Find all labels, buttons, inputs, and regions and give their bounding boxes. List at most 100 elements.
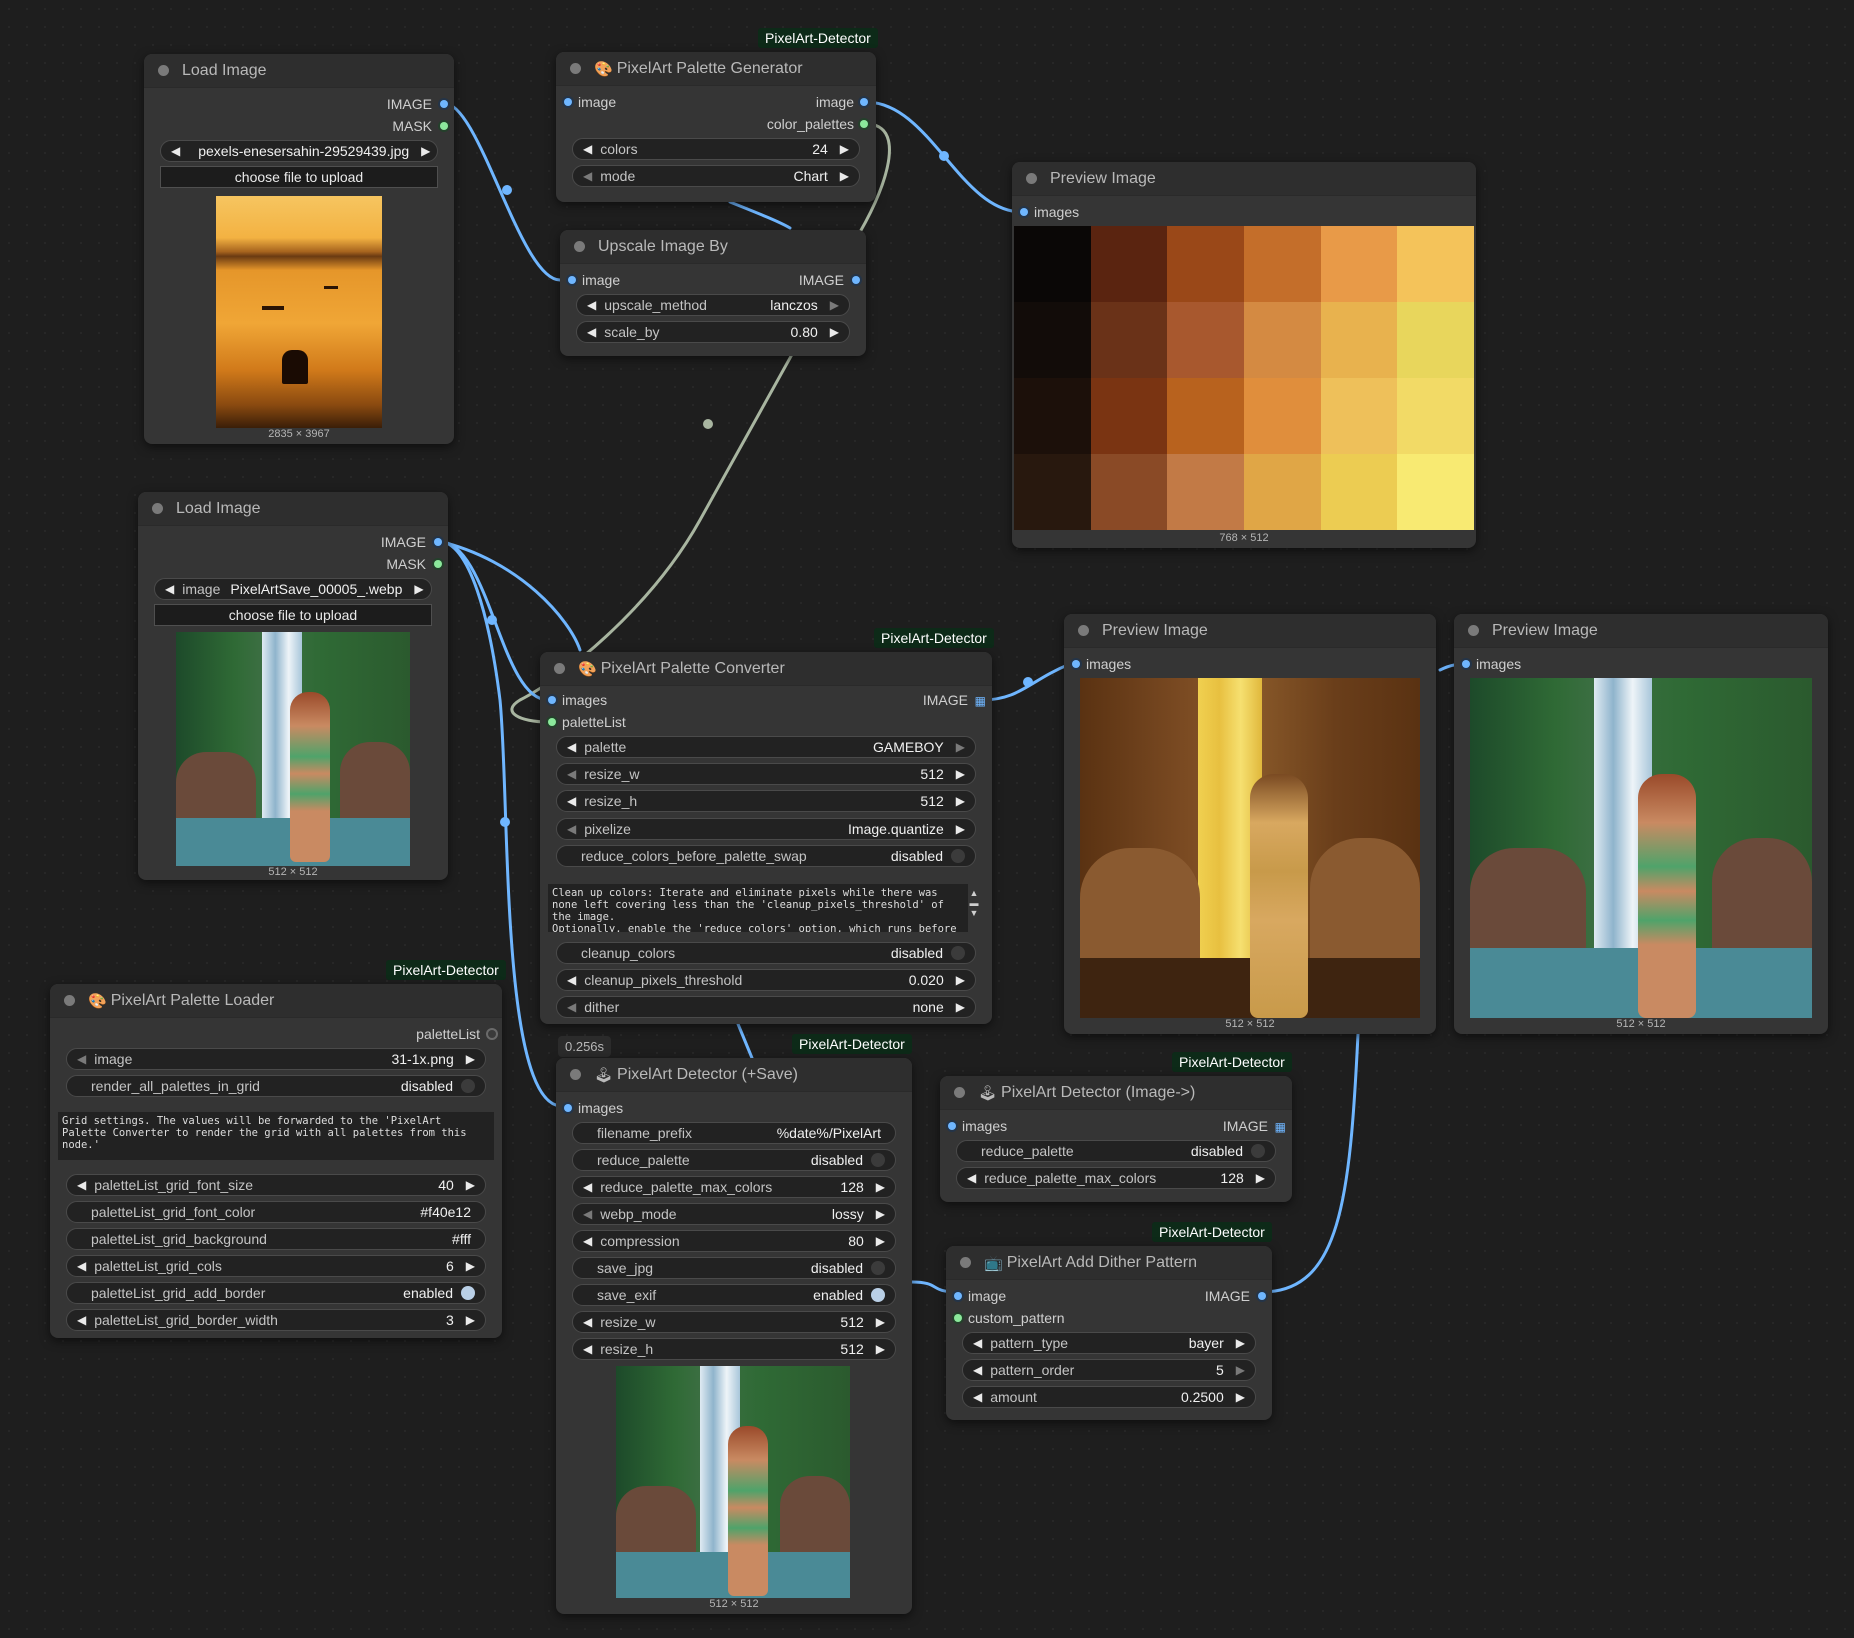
arrow-left-icon[interactable]: ◀	[973, 1336, 982, 1350]
input-images-dot[interactable]	[564, 1104, 572, 1112]
upscale-image-node[interactable]: Upscale Image By image IMAGE ◀ upscale_m…	[560, 230, 866, 356]
collapse-dot[interactable]	[64, 995, 75, 1006]
arrow-right-icon[interactable]: ▶	[421, 144, 430, 158]
collapse-dot[interactable]	[1078, 625, 1089, 636]
output-image-dot[interactable]	[434, 538, 442, 546]
node-title-bar[interactable]: 🎨 PixelArt Palette Converter	[540, 652, 992, 686]
node-title-bar[interactable]: 🕹 PixelArt Detector (Image->)	[940, 1076, 1292, 1110]
list-output-icon[interactable]: ▦	[1275, 1120, 1286, 1134]
input-images-dot[interactable]	[1462, 660, 1470, 668]
arrow-left-icon[interactable]: ◀	[973, 1390, 982, 1404]
collapse-dot[interactable]	[574, 241, 585, 252]
arrow-left-icon[interactable]: ◀	[583, 1207, 592, 1221]
reduce-palette-max-colors-widget[interactable]: ◀ reduce_palette_max_colors 128 ▶	[956, 1167, 1276, 1189]
collapse-dot[interactable]	[158, 65, 169, 76]
detector-save-node[interactable]: 🕹 PixelArt Detector (+Save) images filen…	[556, 1058, 912, 1614]
arrow-right-icon[interactable]: ▶	[466, 1313, 475, 1327]
arrow-left-icon[interactable]: ◀	[567, 973, 576, 987]
scale-by-widget[interactable]: ◀ scale_by 0.80 ▶	[576, 321, 850, 343]
save-exif-toggle[interactable]: save_exif enabled	[572, 1284, 896, 1306]
list-output-icon[interactable]: ▦	[975, 694, 986, 708]
input-images-dot[interactable]	[1072, 660, 1080, 668]
image-file-select[interactable]: ◀ image PixelArtSave_00005_.webp ▶	[154, 578, 432, 600]
cleanup-note-textarea[interactable]: Clean up colors: Iterate and eliminate p…	[548, 884, 968, 932]
upload-button[interactable]: choose file to upload	[160, 166, 438, 188]
arrow-right-icon[interactable]: ▶	[830, 298, 839, 312]
render-grid-toggle[interactable]: render_all_palettes_in_grid disabled	[66, 1075, 486, 1097]
arrow-right-icon[interactable]: ▶	[830, 325, 839, 339]
collapse-dot[interactable]	[1468, 625, 1479, 636]
filename-prefix-field[interactable]: filename_prefix %date%/PixelArt	[572, 1122, 896, 1144]
output-mask-dot[interactable]	[434, 560, 442, 568]
grid-background-field[interactable]: paletteList_grid_background #fff	[66, 1228, 486, 1250]
palette-converter-node[interactable]: 🎨 PixelArt Palette Converter images pale…	[540, 652, 992, 1024]
collapse-dot[interactable]	[1026, 173, 1037, 184]
collapse-dot[interactable]	[152, 503, 163, 514]
arrow-left-icon[interactable]: ◀	[77, 1259, 86, 1273]
upload-button[interactable]: choose file to upload	[154, 604, 432, 626]
output-mask-dot[interactable]	[440, 122, 448, 130]
input-custom-pattern-dot[interactable]	[954, 1314, 962, 1322]
arrow-right-icon[interactable]: ▶	[840, 169, 849, 183]
arrow-right-icon[interactable]: ▶	[876, 1234, 885, 1248]
collapse-dot[interactable]	[570, 63, 581, 74]
arrow-left-icon[interactable]: ◀	[583, 169, 592, 183]
upscale-method-widget[interactable]: ◀ upscale_method lanczos ▶	[576, 294, 850, 316]
output-image-dot[interactable]	[860, 98, 868, 106]
grid-add-border-toggle[interactable]: paletteList_grid_add_border enabled	[66, 1282, 486, 1304]
node-graph-canvas[interactable]: Load Image IMAGE MASK ◀ pexels-enesersah…	[0, 0, 1854, 1638]
cleanup-colors-toggle[interactable]: cleanup_colors disabled	[556, 942, 976, 964]
collapse-dot[interactable]	[570, 1069, 581, 1080]
reduce-colors-toggle[interactable]: reduce_colors_before_palette_swap disabl…	[556, 845, 976, 867]
node-title-bar[interactable]: Preview Image	[1064, 614, 1436, 648]
arrow-right-icon[interactable]: ▶	[956, 794, 965, 808]
toggle-knob[interactable]	[461, 1286, 475, 1300]
arrow-right-icon[interactable]: ▶	[1236, 1336, 1245, 1350]
arrow-right-icon[interactable]: ▶	[1236, 1363, 1245, 1377]
arrow-left-icon[interactable]: ◀	[77, 1052, 86, 1066]
arrow-left-icon[interactable]: ◀	[583, 1342, 592, 1356]
pattern-order-widget[interactable]: ◀ pattern_order 5 ▶	[962, 1359, 1256, 1381]
input-image-dot[interactable]	[954, 1292, 962, 1300]
reduce-palette-toggle[interactable]: reduce_palette disabled	[956, 1140, 1276, 1162]
preview-image-node-1[interactable]: Preview Image images 768 × 512	[1012, 162, 1476, 548]
arrow-right-icon[interactable]: ▶	[956, 740, 965, 754]
node-title-bar[interactable]: Preview Image	[1012, 162, 1476, 196]
toggle-knob[interactable]	[951, 946, 965, 960]
arrow-right-icon[interactable]: ▶	[414, 582, 423, 596]
arrow-right-icon[interactable]: ▶	[840, 142, 849, 156]
arrow-right-icon[interactable]: ▶	[876, 1315, 885, 1329]
arrow-right-icon[interactable]: ▶	[1256, 1171, 1265, 1185]
arrow-left-icon[interactable]: ◀	[587, 325, 596, 339]
save-jpg-toggle[interactable]: save_jpg disabled	[572, 1257, 896, 1279]
resize-w-widget[interactable]: ◀ resize_w 512 ▶	[556, 763, 976, 785]
arrow-left-icon[interactable]: ◀	[171, 144, 180, 158]
arrow-right-icon[interactable]: ▶	[956, 767, 965, 781]
output-image-dot[interactable]	[852, 276, 860, 284]
collapse-dot[interactable]	[954, 1087, 965, 1098]
arrow-left-icon[interactable]: ◀	[587, 298, 596, 312]
pattern-type-widget[interactable]: ◀ pattern_type bayer ▶	[962, 1332, 1256, 1354]
toggle-knob[interactable]	[461, 1079, 475, 1093]
mode-widget[interactable]: ◀ mode Chart ▶	[572, 165, 860, 187]
grid-cols-widget[interactable]: ◀ paletteList_grid_cols 6 ▶	[66, 1255, 486, 1277]
input-images-dot[interactable]	[948, 1122, 956, 1130]
arrow-left-icon[interactable]: ◀	[967, 1171, 976, 1185]
arrow-right-icon[interactable]: ▶	[876, 1207, 885, 1221]
arrow-left-icon[interactable]: ◀	[567, 767, 576, 781]
cleanup-threshold-widget[interactable]: ◀ cleanup_pixels_threshold 0.020 ▶	[556, 969, 976, 991]
arrow-left-icon[interactable]: ◀	[77, 1178, 86, 1192]
arrow-left-icon[interactable]: ◀	[567, 1000, 576, 1014]
node-title-bar[interactable]: Load Image	[144, 54, 454, 88]
detector-image-node[interactable]: 🕹 PixelArt Detector (Image->) images IMA…	[940, 1076, 1292, 1202]
input-image-dot[interactable]	[564, 98, 572, 106]
grid-settings-note[interactable]: Grid settings. The values will be forwar…	[58, 1112, 494, 1160]
arrow-left-icon[interactable]: ◀	[567, 822, 576, 836]
input-images-dot[interactable]	[1020, 208, 1028, 216]
arrow-left-icon[interactable]: ◀	[567, 740, 576, 754]
node-title-bar[interactable]: 🎨 PixelArt Palette Loader	[50, 984, 502, 1018]
preview-image-node-2[interactable]: Preview Image images 512 × 512	[1064, 614, 1436, 1034]
node-title-bar[interactable]: Load Image	[138, 492, 448, 526]
node-title-bar[interactable]: 🎨 PixelArt Palette Generator	[556, 52, 876, 86]
output-image-dot[interactable]	[440, 100, 448, 108]
